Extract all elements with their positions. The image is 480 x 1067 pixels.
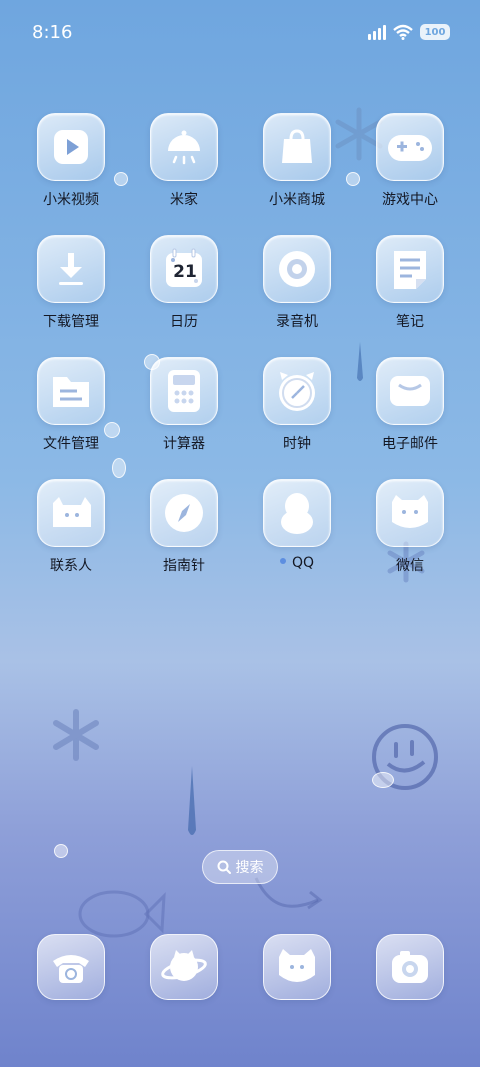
calendar-date: 21 — [173, 262, 197, 282]
clock-time: 8:16 — [32, 22, 73, 43]
app-notes[interactable]: 笔记 — [354, 235, 466, 345]
app-downloads[interactable]: 下载管理 — [15, 235, 127, 345]
dock-phone[interactable] — [37, 934, 105, 1000]
fish-decoration-icon — [78, 890, 166, 938]
water-drop-decoration — [54, 844, 68, 858]
app-label: 录音机 — [276, 314, 318, 330]
folder-icon — [37, 357, 105, 425]
app-label: 小米视频 — [43, 192, 99, 208]
app-qq[interactable]: QQ — [241, 479, 353, 589]
smart-home-icon — [150, 113, 218, 181]
app-label: 电子邮件 — [382, 436, 438, 452]
app-label: QQ — [241, 555, 353, 571]
dock-camera[interactable] — [376, 934, 444, 1000]
status-bar: 8:16 100 — [0, 0, 480, 66]
app-file-manager[interactable]: 文件管理 — [15, 357, 127, 467]
app-label: 日历 — [170, 314, 198, 330]
wifi-icon — [393, 24, 413, 40]
new-badge-dot — [279, 558, 286, 564]
app-mi-video[interactable]: 小米视频 — [15, 113, 127, 223]
app-wechat[interactable]: 微信 — [354, 479, 466, 589]
app-label: 游戏中心 — [382, 192, 438, 208]
raindrop-decoration-icon — [188, 766, 196, 835]
app-email[interactable]: 电子邮件 — [354, 357, 466, 467]
app-label: 文件管理 — [43, 436, 99, 452]
search-icon — [217, 860, 231, 874]
clock-icon — [263, 357, 331, 425]
search-button[interactable]: 搜索 — [202, 850, 278, 884]
app-contacts[interactable]: 联系人 — [15, 479, 127, 589]
recorder-icon — [263, 235, 331, 303]
qq-penguin-icon — [263, 479, 331, 547]
app-label-text: QQ — [291, 555, 315, 571]
app-label: 下载管理 — [43, 314, 99, 330]
app-label: 笔记 — [396, 314, 424, 330]
gamepad-icon — [376, 113, 444, 181]
app-label: 计算器 — [163, 436, 205, 452]
status-icons: 100 — [368, 24, 450, 40]
messages-cat-icon — [279, 949, 315, 982]
app-mi-store[interactable]: 小米商城 — [241, 113, 353, 223]
app-clock[interactable]: 时钟 — [241, 357, 353, 467]
water-drop-decoration — [372, 772, 394, 788]
browser-planet-icon — [161, 950, 207, 981]
app-label: 时钟 — [283, 436, 311, 452]
app-calendar[interactable]: 21 日历 — [128, 235, 240, 345]
calculator-icon — [150, 357, 218, 425]
app-label: 微信 — [396, 558, 424, 574]
battery-indicator: 100 — [420, 24, 450, 40]
app-recorder[interactable]: 录音机 — [241, 235, 353, 345]
download-icon — [37, 235, 105, 303]
app-label: 米家 — [170, 192, 198, 208]
search-label: 搜索 — [235, 860, 264, 876]
app-mijia[interactable]: 米家 — [128, 113, 240, 223]
dock-messages[interactable] — [263, 934, 331, 1000]
camera-icon — [392, 951, 428, 983]
app-calculator[interactable]: 计算器 — [128, 357, 240, 467]
smiley-decoration-icon — [372, 724, 438, 790]
compass-icon — [150, 479, 218, 547]
shopping-bag-icon — [263, 113, 331, 181]
calendar-icon: 21 — [150, 235, 218, 303]
app-label: 联系人 — [50, 558, 92, 574]
phone-icon — [53, 955, 89, 983]
signal-icon — [368, 24, 386, 40]
dock-browser[interactable] — [150, 934, 218, 1000]
snowflake-decoration-icon — [53, 709, 99, 761]
app-compass[interactable]: 指南针 — [128, 479, 240, 589]
app-label: 小米商城 — [269, 192, 325, 208]
notes-icon — [376, 235, 444, 303]
app-game-center[interactable]: 游戏中心 — [354, 113, 466, 223]
app-label: 指南针 — [163, 558, 205, 574]
video-play-icon — [37, 113, 105, 181]
wechat-cat-icon — [376, 479, 444, 547]
contacts-icon — [37, 479, 105, 547]
mail-icon — [376, 357, 444, 425]
